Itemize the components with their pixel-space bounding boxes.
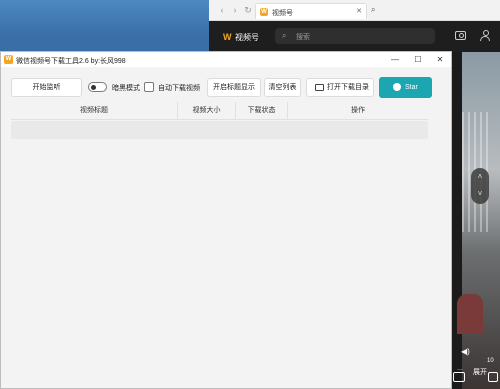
dark-mode-toggle[interactable]: [88, 82, 107, 92]
search-icon: ⌕: [282, 31, 287, 40]
video-shadow: [452, 52, 462, 389]
table-empty-row: [11, 121, 428, 139]
refresh-icon[interactable]: ↻: [243, 5, 253, 15]
dark-mode-label: 暗黑模式: [112, 85, 140, 92]
video-subject: [457, 294, 483, 334]
table-header: 视频标题 视频大小 下载状态 操作: [11, 102, 428, 120]
search-placeholder: 搜索: [296, 34, 310, 41]
browser-search-icon[interactable]: ⌕: [371, 5, 375, 15]
minimize-button[interactable]: —: [384, 52, 406, 67]
title-display-button[interactable]: 开启标题显示: [207, 78, 261, 97]
app-titlebar: W 微信视频号下载工具2.6 by:长风998 — ☐ ✕: [1, 52, 451, 67]
auto-download-label: 自动下载视频: [158, 85, 200, 92]
app-logo-icon: W: [4, 55, 13, 64]
site-name: 视频号: [235, 33, 259, 42]
github-icon: [393, 83, 401, 91]
back-arrow-icon[interactable]: ‹: [217, 5, 227, 15]
volume-icon[interactable]: ◀): [461, 347, 470, 356]
column-header-size[interactable]: 视频大小: [178, 102, 235, 120]
camera-icon[interactable]: [455, 31, 466, 40]
site-search-input[interactable]: ⌕ 搜索: [275, 28, 435, 44]
clear-list-button[interactable]: 清空列表: [264, 78, 301, 97]
tab-favicon-icon: W: [260, 8, 268, 16]
browser-titlebar: ‹ › ↻ W 视频号 ✕ ⌕: [209, 0, 500, 21]
column-header-title[interactable]: 视频标题: [11, 102, 177, 120]
tab-close-icon[interactable]: ✕: [356, 7, 362, 15]
github-star-button[interactable]: Star: [379, 77, 432, 98]
chevron-down-icon[interactable]: ˅: [471, 188, 489, 200]
toggle-knob: [91, 85, 96, 90]
tab-title: 视频号: [272, 10, 293, 17]
site-header: W 视频号 ⌕ 搜索: [209, 21, 500, 52]
app-title: 微信视频号下载工具2.6 by:长风998: [16, 58, 126, 65]
open-download-dir-label: 打开下载目录: [327, 84, 369, 91]
user-icon[interactable]: [480, 30, 490, 41]
column-header-status[interactable]: 下载状态: [236, 102, 287, 120]
forward-arrow-icon[interactable]: ›: [230, 5, 240, 15]
auto-download-checkbox[interactable]: [144, 82, 154, 92]
comment-icon[interactable]: [488, 372, 498, 382]
start-listening-button[interactable]: 开始监听: [11, 78, 82, 97]
site-logo-icon: W: [223, 32, 232, 42]
browser-tab[interactable]: W 视频号 ✕: [255, 3, 367, 19]
video-count: 10: [487, 358, 494, 364]
close-button[interactable]: ✕: [429, 52, 451, 67]
star-label: Star: [405, 84, 418, 91]
share-icon[interactable]: [453, 372, 465, 382]
expand-link[interactable]: 展开: [473, 367, 487, 377]
column-header-actions[interactable]: 操作: [288, 102, 428, 120]
chevron-up-icon[interactable]: ˄: [471, 171, 489, 183]
video-scroll-control[interactable]: ˄ ˅: [471, 168, 489, 204]
folder-icon: [315, 84, 324, 91]
open-download-dir-button[interactable]: 打开下载目录: [306, 78, 374, 97]
maximize-button[interactable]: ☐: [407, 52, 429, 67]
downloader-window: W 微信视频号下载工具2.6 by:长风998 — ☐ ✕ 开始监听 暗黑模式 …: [0, 51, 452, 389]
